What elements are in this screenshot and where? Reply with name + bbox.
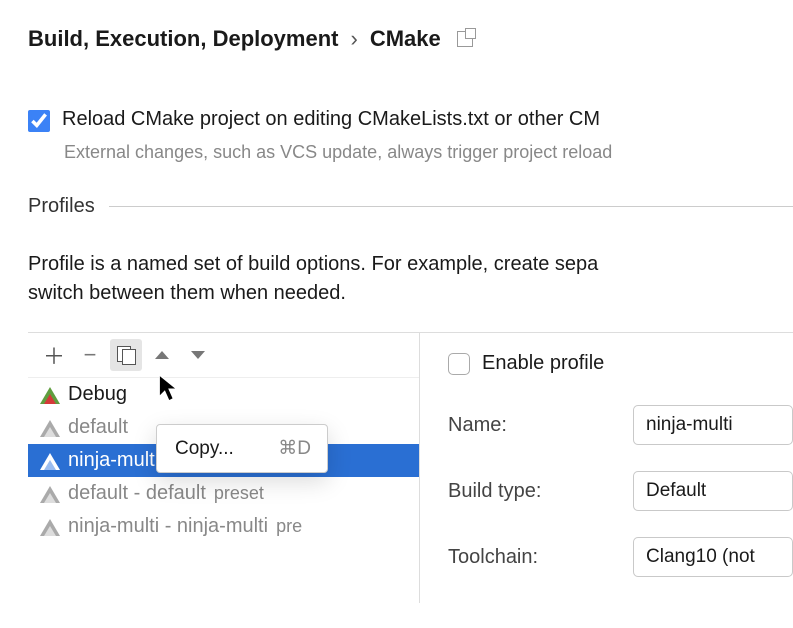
enable-profile-checkbox[interactable] <box>448 353 470 375</box>
profiles-description-l1: Profile is a named set of build options.… <box>28 250 793 279</box>
chevron-right-icon: › <box>350 26 357 52</box>
open-in-new-window-icon[interactable] <box>457 31 473 47</box>
reload-checkbox-row: Reload CMake project on editing CMakeLis… <box>28 108 793 132</box>
menu-item-copy[interactable]: Copy... ⌘D <box>157 433 327 464</box>
triangle-down-icon <box>191 351 205 359</box>
profile-item-debug[interactable]: Debug <box>28 378 419 411</box>
reload-checkbox[interactable] <box>28 110 50 132</box>
enable-profile-row: Enable profile <box>448 351 793 375</box>
profile-details-pane: Enable profile Name: Build type: Toolcha… <box>420 333 793 603</box>
breadcrumb-parent[interactable]: Build, Execution, Deployment <box>28 26 338 52</box>
profile-item-ninja-multi-2[interactable]: ninja-multi - ninja-multi pre <box>28 510 419 543</box>
profiles-section-title: Profiles <box>28 195 793 218</box>
profile-name: ninja-multi <box>68 449 159 472</box>
cmake-icon <box>40 452 60 470</box>
name-label: Name: <box>448 414 633 437</box>
context-menu: Copy... ⌘D <box>156 424 328 473</box>
profiles-description: Profile is a named set of build options.… <box>28 250 793 308</box>
build-type-label: Build type: <box>448 480 633 503</box>
profile-name: Debug <box>68 383 127 406</box>
toolchain-label: Toolchain: <box>448 546 633 569</box>
remove-button[interactable]: − <box>74 339 106 371</box>
name-row: Name: <box>448 405 793 445</box>
profiles-title-text: Profiles <box>28 195 95 218</box>
name-input[interactable] <box>633 405 793 445</box>
preset-badge: pre <box>276 516 302 537</box>
profiles-toolbar: ＋ − <box>28 333 419 378</box>
menu-item-shortcut: ⌘D <box>278 437 311 460</box>
profile-name: default - default <box>68 482 206 505</box>
profile-name: default <box>68 416 128 439</box>
reload-hint: External changes, such as VCS update, al… <box>64 142 793 163</box>
cmake-icon <box>40 485 60 503</box>
copy-icon <box>117 346 135 364</box>
profile-name: ninja-multi - ninja-multi <box>68 515 268 538</box>
cmake-icon <box>40 518 60 536</box>
preset-badge: preset <box>214 483 264 504</box>
cmake-icon <box>40 419 60 437</box>
build-type-row: Build type: <box>448 471 793 511</box>
section-divider <box>109 206 793 207</box>
move-down-button[interactable] <box>182 339 214 371</box>
enable-profile-label[interactable]: Enable profile <box>482 352 604 375</box>
profiles-description-l2: switch between them when needed. <box>28 279 793 308</box>
menu-item-label: Copy... <box>175 438 234 460</box>
triangle-up-icon <box>155 351 169 359</box>
profile-item-default-default[interactable]: default - default preset <box>28 477 419 510</box>
add-button[interactable]: ＋ <box>38 339 70 371</box>
copy-button[interactable] <box>110 339 142 371</box>
toolchain-row: Toolchain: <box>448 537 793 577</box>
build-type-input[interactable] <box>633 471 793 511</box>
toolchain-input[interactable] <box>633 537 793 577</box>
profiles-area: ＋ − Debug default <box>28 332 793 603</box>
reload-checkbox-label[interactable]: Reload CMake project on editing CMakeLis… <box>62 108 600 131</box>
breadcrumb: Build, Execution, Deployment › CMake <box>28 26 793 52</box>
cmake-icon <box>40 386 60 404</box>
move-up-button[interactable] <box>146 339 178 371</box>
breadcrumb-child[interactable]: CMake <box>370 26 441 52</box>
